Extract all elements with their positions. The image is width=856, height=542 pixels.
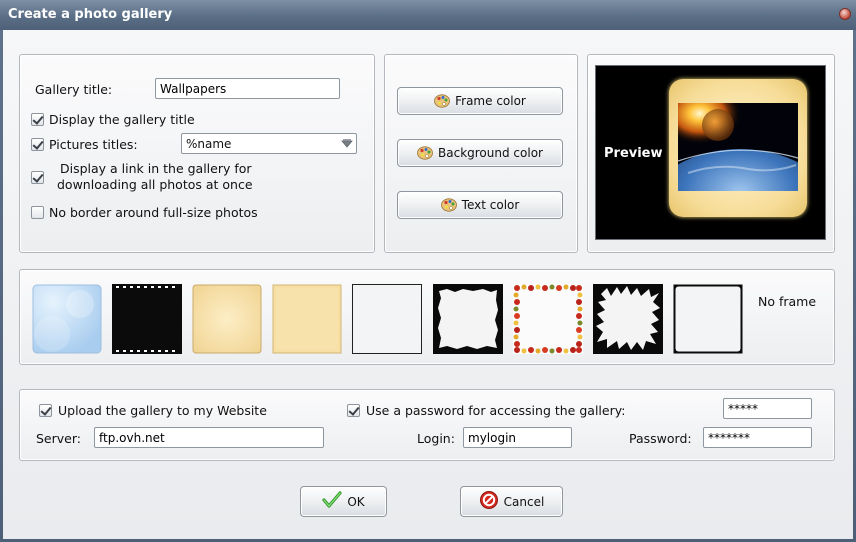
server-input[interactable] (94, 427, 324, 448)
close-icon[interactable] (839, 8, 851, 20)
title-bar[interactable]: Create a photo gallery (0, 0, 856, 30)
no-frame-label[interactable]: No frame (758, 294, 816, 309)
frame-color-label: Frame color (455, 94, 526, 108)
gallery-title-input[interactable] (155, 78, 340, 99)
cancel-button[interactable]: Cancel (460, 486, 563, 517)
upload-website-checkbox[interactable] (39, 404, 52, 417)
preview-label: Preview (604, 146, 663, 161)
frame-option-film-strip[interactable] (112, 284, 182, 354)
cancel-icon (479, 490, 499, 513)
options-panel: Gallery title: Display the gallery title… (19, 54, 375, 253)
text-color-button[interactable]: Text color (397, 191, 563, 219)
no-border-checkbox[interactable] (31, 206, 44, 219)
login-label: Login: (417, 431, 455, 446)
download-link-checkbox[interactable] (31, 171, 44, 184)
window-title: Create a photo gallery (8, 7, 173, 22)
display-title-checkbox[interactable] (31, 113, 44, 126)
pictures-titles-selected: %name (186, 137, 232, 151)
frame-color-button[interactable]: Frame color (397, 87, 563, 115)
preview-area: Preview (595, 65, 826, 240)
palette-icon (434, 94, 451, 108)
access-password-input[interactable] (723, 398, 812, 419)
password-access-checkbox[interactable] (347, 404, 360, 417)
pictures-titles-select[interactable]: %name (181, 133, 357, 154)
download-link-label-line1: Display a link in the gallery for (60, 161, 252, 176)
login-input[interactable] (463, 427, 572, 448)
pictures-titles-checkbox[interactable] (31, 138, 44, 151)
text-color-label: Text color (461, 198, 520, 212)
gallery-title-label: Gallery title: (35, 82, 113, 97)
preview-frame (669, 79, 807, 217)
background-color-label: Background color (438, 146, 543, 160)
frame-option-rough-edge[interactable] (433, 284, 503, 354)
palette-icon (440, 198, 457, 212)
password-label: Password: (629, 431, 692, 446)
ok-button[interactable]: OK (300, 486, 387, 517)
server-label: Server: (36, 431, 81, 446)
upload-website-label: Upload the gallery to my Website (58, 403, 267, 418)
dialog-window: Create a photo gallery Gallery title: Di… (0, 0, 856, 542)
password-input[interactable] (703, 427, 812, 448)
frame-option-cream-shadow[interactable] (192, 284, 262, 354)
upload-panel: Upload the gallery to my Website Use a p… (19, 389, 835, 461)
palette-icon (417, 146, 433, 160)
display-title-label: Display the gallery title (49, 112, 195, 127)
frame-option-rounded-blue[interactable] (32, 284, 102, 354)
colors-panel: Frame color Background color Text color (384, 54, 578, 253)
frame-option-flower-border[interactable] (513, 284, 583, 354)
dialog-body: Gallery title: Display the gallery title… (3, 30, 853, 539)
frame-option-plain-white[interactable] (352, 284, 422, 354)
password-access-label: Use a password for accessing the gallery… (366, 403, 626, 418)
ok-label: OK (347, 494, 365, 509)
frame-option-thin-border[interactable] (673, 284, 743, 354)
pictures-titles-label: Pictures titles: (49, 137, 138, 152)
preview-photo (678, 103, 798, 191)
no-border-label: No border around full-size photos (49, 205, 258, 220)
frame-option-cream-flat[interactable] (272, 284, 342, 354)
cancel-label: Cancel (503, 494, 545, 509)
chevron-down-icon[interactable] (339, 136, 354, 151)
frame-option-splatter[interactable] (593, 284, 663, 354)
checkmark-icon (322, 491, 342, 512)
download-link-label-line2: downloading all photos at once (57, 177, 253, 192)
background-color-button[interactable]: Background color (397, 139, 563, 167)
